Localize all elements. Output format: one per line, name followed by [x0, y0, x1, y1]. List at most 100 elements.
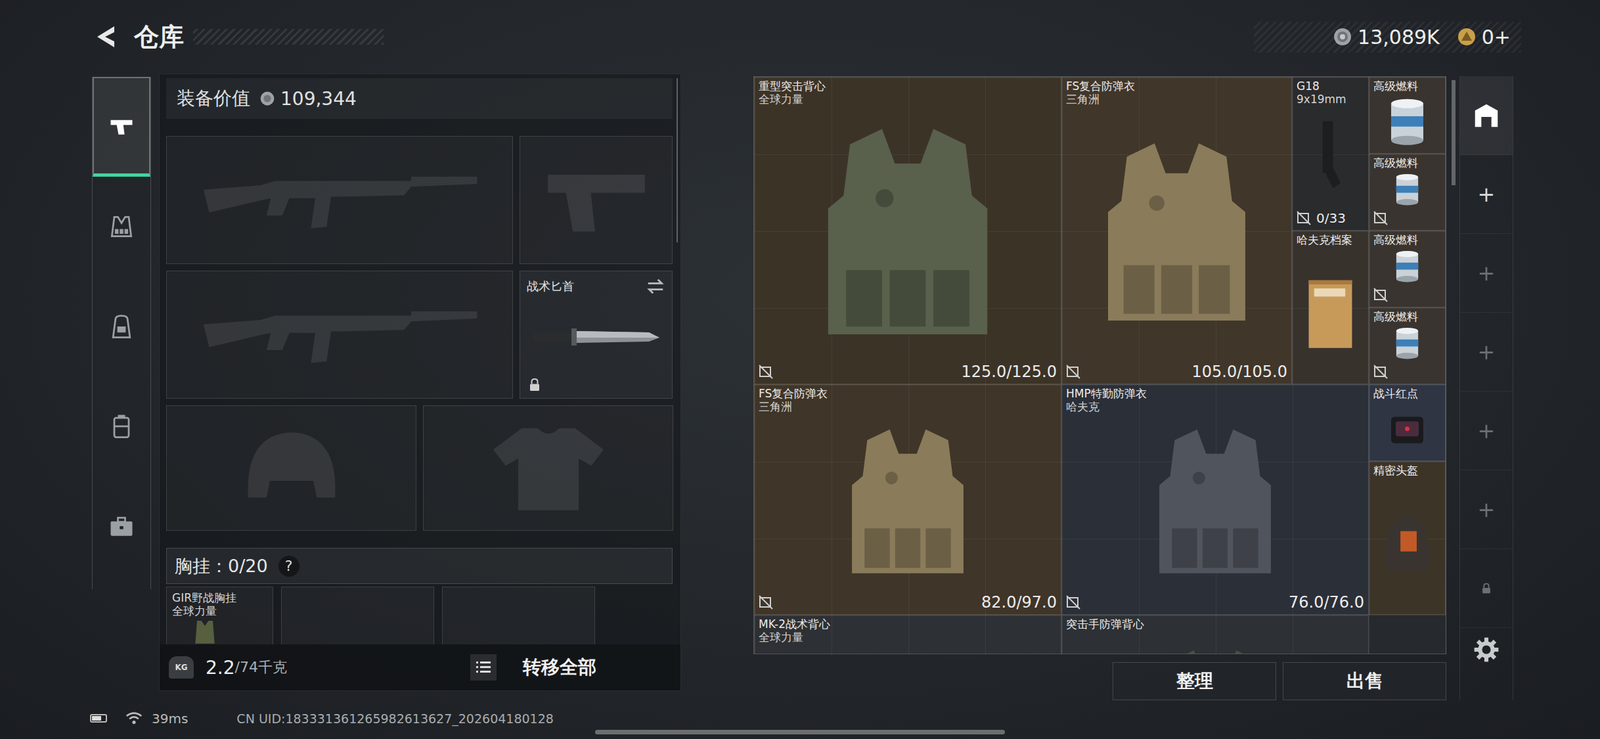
no-insurance-icon: [1373, 210, 1388, 226]
currency[interactable]: 13,089K: [1332, 25, 1440, 49]
gold-coin-icon: [1456, 26, 1477, 47]
rifle-placeholder-icon: [195, 295, 485, 375]
stash-item[interactable]: 高级燃料: [1368, 153, 1446, 231]
loadout-tab[interactable]: [92, 176, 151, 277]
vest-icon: [758, 643, 1057, 655]
weight-readout: KG2.2/74千克: [159, 656, 462, 679]
loadout-tab[interactable]: [92, 476, 151, 577]
loadout-tab[interactable]: [92, 376, 151, 477]
stash-item[interactable]: FS复合防弹衣三角洲105.0/105.0: [1061, 76, 1292, 385]
rig-slot[interactable]: [442, 586, 596, 645]
help-button[interactable]: ?: [278, 555, 300, 577]
stash-grid: 重型突击背心全球力量125.0/125.0FS复合防弹衣三角洲105.0/105…: [753, 76, 1447, 655]
storage-tab[interactable]: +: [1460, 470, 1513, 550]
stash-item[interactable]: HMP特勤防弹衣哈夫克76.0/76.0: [1061, 384, 1369, 615]
stash-item[interactable]: G189x19mm0/33: [1291, 76, 1369, 231]
armor-slot[interactable]: [422, 405, 674, 531]
vest-icon: [1066, 631, 1365, 655]
stash-item[interactable]: 重型突击背心全球力量125.0/125.0: [754, 76, 1062, 385]
storage-tab[interactable]: [1460, 76, 1513, 156]
stash-item[interactable]: 精密头盔: [1368, 461, 1446, 615]
helmet-icon: [1373, 477, 1442, 612]
currency-bar: 13,089K 0+: [1253, 21, 1522, 53]
helmet-placeholder-icon: [232, 422, 351, 515]
weapon-slot[interactable]: [166, 135, 513, 265]
chest-rig-header: 胸挂：0/20?: [166, 547, 673, 584]
stash-item[interactable]: MK-2战术背心全球力量: [754, 614, 1062, 655]
storage-tab[interactable]: +: [1460, 391, 1513, 471]
no-insurance-icon: [758, 595, 774, 610]
top-bar: 仓库 13,089K 0+: [0, 0, 1600, 74]
loadout-tab[interactable]: [92, 276, 151, 377]
stash-item[interactable]: 战斗红点: [1368, 384, 1446, 462]
chest-rig-icon: [107, 212, 136, 242]
loadout-panel: 装备价值109,344 战术匕首胸挂：0/20?GIR野战胸挂全球力量 KG2.2/…: [158, 73, 682, 691]
rig-slot[interactable]: [281, 586, 435, 645]
swap-icon[interactable]: [645, 276, 666, 297]
stash-scrollbar[interactable]: [1451, 76, 1456, 701]
stash-button[interactable]: 整理: [1112, 662, 1277, 701]
lock-icon: [1479, 581, 1494, 596]
currency[interactable]: 0+: [1456, 25, 1511, 49]
vest-icon: [1066, 105, 1288, 363]
loadout-scrollbar[interactable]: [676, 78, 678, 645]
storage-tab[interactable]: +: [1460, 233, 1513, 313]
stash-item[interactable]: 高级燃料: [1368, 230, 1446, 308]
equipment-value: 装备价值109,344: [166, 78, 673, 119]
case-icon: [107, 511, 136, 541]
vest-icon: [758, 105, 1057, 363]
fuel-can-icon: [1373, 93, 1442, 151]
silver-coin-icon: [259, 90, 276, 107]
pistol-icon: [1296, 105, 1365, 209]
no-insurance-icon: [1066, 364, 1081, 379]
weapon-slot[interactable]: 战术匕首: [519, 270, 673, 399]
stash-button[interactable]: 出售: [1282, 662, 1447, 701]
list-icon: [470, 654, 497, 681]
fuel-can-icon: [1373, 323, 1442, 363]
stash-item[interactable]: 突击手防弹背心: [1061, 614, 1369, 655]
storage-tab[interactable]: +: [1460, 155, 1513, 234]
page-title: 仓库: [133, 20, 184, 54]
vest-icon: [758, 413, 1057, 594]
no-insurance-icon: [1373, 364, 1388, 379]
storage-tab[interactable]: +: [1460, 312, 1513, 392]
settings-gear-icon[interactable]: [1472, 635, 1501, 664]
red-dot-sight-icon: [1373, 400, 1442, 458]
loadout-tabs: [91, 76, 152, 590]
storage-tab[interactable]: [1460, 549, 1513, 628]
silver-coin-icon: [1332, 26, 1353, 47]
rifle-placeholder-icon: [195, 160, 485, 240]
folder-icon: [1296, 246, 1365, 381]
stash-item[interactable]: 高级燃料: [1368, 307, 1446, 385]
home-indicator[interactable]: [595, 729, 1005, 735]
pistol-placeholder-icon: [540, 162, 653, 239]
battery-icon: [89, 713, 108, 723]
stash-item[interactable]: 高级燃料: [1368, 76, 1446, 154]
lock-icon: [526, 377, 543, 393]
stash-item[interactable]: 哈夫克档案: [1291, 230, 1369, 385]
weight-icon: KG: [168, 656, 194, 679]
loadout-tab[interactable]: [92, 76, 151, 177]
weapon-slot[interactable]: [166, 270, 513, 399]
fuel-can-icon: [1373, 246, 1442, 286]
armor-placeholder-icon: [486, 419, 611, 518]
title-decoration: [193, 28, 384, 45]
user-uid: CN UID:183331361265982613627_20260418012…: [236, 711, 554, 726]
ping: 39ms: [151, 710, 188, 727]
armor-slot[interactable]: [166, 405, 417, 531]
vest-icon: [1066, 413, 1365, 594]
warehouse-icon: [1471, 100, 1502, 131]
fuel-can-icon: [1373, 170, 1442, 209]
stash-item[interactable]: FS复合防弹衣三角洲82.0/97.0: [754, 384, 1062, 615]
weapon-slot[interactable]: [519, 135, 673, 265]
chest-rig-icon: [191, 618, 219, 645]
transfer-all-button[interactable]: 转移全部: [461, 654, 681, 681]
rig-slot[interactable]: GIR野战胸挂全球力量: [166, 586, 274, 645]
back-arrow-icon[interactable]: [91, 22, 121, 52]
no-insurance-icon: [758, 364, 774, 379]
container-icon: [107, 411, 136, 441]
main-area: 装备价值109,344 战术匕首胸挂：0/20?GIR野战胸挂全球力量 KG2.2/…: [0, 73, 1600, 698]
warehouse-screen: 仓库 13,089K 0+ 装备价值109,344 战术匕首胸挂：0/20?GIR野战胸…: [0, 0, 1600, 739]
wifi-icon: [125, 711, 143, 726]
backpack-icon: [107, 311, 136, 341]
